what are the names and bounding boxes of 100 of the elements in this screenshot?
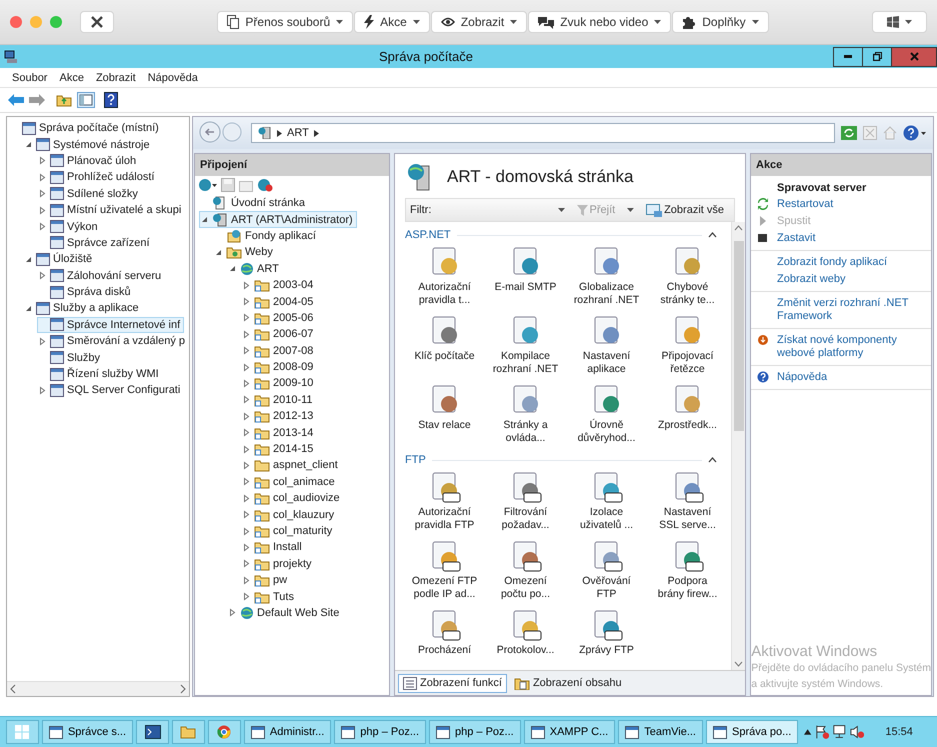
- tree-item[interactable]: ART: [227, 260, 283, 277]
- collapse-arrow-icon[interactable]: [24, 254, 33, 264]
- show-hidden-icons-icon[interactable]: [804, 729, 812, 735]
- expand-arrow-icon[interactable]: [38, 386, 47, 395]
- expand-arrow-icon[interactable]: [242, 428, 251, 438]
- taskbar-button[interactable]: TeamVie...: [618, 720, 703, 744]
- collapse-arrow-icon[interactable]: [214, 248, 223, 257]
- expand-arrow-icon[interactable]: [242, 477, 251, 486]
- action-link[interactable]: Restartovat: [777, 198, 834, 211]
- expand-arrow-icon[interactable]: [242, 412, 251, 421]
- menu-item[interactable]: Soubor: [6, 72, 54, 84]
- action-link[interactable]: Zobrazit fondy aplikací: [777, 256, 888, 269]
- show-all-button[interactable]: Zobrazit vše: [640, 202, 730, 218]
- feature-item[interactable]: Klíč počítače: [405, 313, 484, 378]
- expand-arrow-icon[interactable]: [242, 378, 251, 388]
- expand-arrow-icon[interactable]: [242, 592, 251, 602]
- tree-item[interactable]: Výkon: [37, 218, 102, 235]
- tree-item[interactable]: SQL Server Configurati: [37, 382, 184, 399]
- feature-item[interactable]: Podpora brány firew...: [648, 538, 727, 603]
- tree-item[interactable]: col_klauzury: [241, 506, 338, 523]
- menu-item[interactable]: Akce: [53, 72, 90, 84]
- expand-arrow-icon[interactable]: [242, 330, 251, 339]
- feature-item[interactable]: Kompilace rozhraní .NET: [486, 313, 565, 378]
- tree-item[interactable]: Prohlížeč událostí: [37, 169, 158, 186]
- tree-item[interactable]: 2009-10: [241, 375, 318, 392]
- expand-arrow-icon[interactable]: [38, 189, 47, 198]
- tree-item[interactable]: Místní uživatelé a skupi: [37, 202, 186, 218]
- restore-button[interactable]: [862, 46, 892, 66]
- console-tree-icon[interactable]: [77, 92, 95, 108]
- tree-item[interactable]: 2013-14: [241, 424, 318, 441]
- expand-arrow-icon[interactable]: [242, 526, 251, 536]
- expand-arrow-icon[interactable]: [242, 460, 251, 470]
- action-link[interactable]: Zastavit: [777, 232, 816, 245]
- feature-item[interactable]: Nastavení SSL serve...: [648, 469, 727, 534]
- feature-item[interactable]: Autorizační pravidla FTP: [405, 469, 484, 534]
- taskbar-button[interactable]: [136, 720, 169, 744]
- expand-arrow-icon[interactable]: [242, 297, 251, 306]
- expand-arrow-icon[interactable]: [38, 172, 47, 182]
- expand-arrow-icon[interactable]: [242, 395, 251, 404]
- tree-item[interactable]: Služby: [37, 349, 104, 366]
- expand-arrow-icon[interactable]: [38, 156, 47, 166]
- tree-item[interactable]: Správa počítače (místní): [9, 120, 163, 136]
- tree-item[interactable]: 2008-09: [241, 358, 318, 376]
- expand-arrow-icon[interactable]: [242, 313, 251, 322]
- action-link[interactable]: Získat nové komponenty webové platformy: [777, 334, 925, 360]
- tree-item[interactable]: col_animace: [241, 474, 339, 490]
- tree-item[interactable]: Řízení služby WMI: [37, 366, 163, 382]
- taskbar-button[interactable]: php – Poz...: [429, 720, 521, 744]
- expand-arrow-icon[interactable]: [242, 542, 251, 552]
- tree-item[interactable]: 2010-11: [241, 392, 317, 408]
- feature-item[interactable]: Autorizační pravidla t...: [405, 244, 484, 309]
- feature-item[interactable]: Připojovací řetězce: [648, 313, 727, 378]
- toolbar-menu-button[interactable]: Doplňky: [672, 11, 769, 33]
- feature-item[interactable]: Chybové stránky te...: [648, 244, 727, 309]
- feature-item[interactable]: Zprávy FTP: [567, 607, 646, 659]
- tree-item[interactable]: aspnet_client: [241, 457, 342, 474]
- action-link[interactable]: Zobrazit weby: [777, 273, 846, 286]
- toolbar-menu-button[interactable]: Akce: [354, 11, 430, 33]
- view-tab[interactable]: Zobrazení funkcí: [398, 674, 507, 692]
- collapse-arrow-icon[interactable]: [228, 264, 237, 274]
- breadcrumb[interactable]: ART: [287, 127, 309, 139]
- expand-arrow-icon[interactable]: [228, 608, 237, 618]
- expand-arrow-icon[interactable]: [242, 346, 251, 356]
- collapse-arrow-icon[interactable]: [24, 304, 33, 313]
- feature-item[interactable]: Izolace uživatelů ...: [567, 469, 646, 534]
- toolbar-menu-button[interactable]: Zobrazit: [430, 11, 528, 33]
- forward-arrow-icon[interactable]: [29, 94, 45, 106]
- taskbar-button[interactable]: XAMPP C...: [524, 720, 616, 744]
- tree-item[interactable]: 2014-15: [241, 440, 318, 458]
- tree-item[interactable]: col_audiovize: [241, 490, 344, 506]
- help-icon[interactable]: [104, 92, 118, 108]
- tree-item[interactable]: Služby a aplikace: [23, 300, 143, 317]
- action-link[interactable]: Nápověda: [777, 371, 828, 384]
- expand-arrow-icon[interactable]: [242, 510, 251, 520]
- tree-item[interactable]: Úložiště: [23, 251, 96, 268]
- tree-item[interactable]: 2007-08: [241, 342, 318, 359]
- expand-arrow-icon[interactable]: [242, 444, 251, 454]
- feature-item[interactable]: Ověřování FTP: [567, 538, 646, 603]
- tree-item[interactable]: 2006-07: [241, 326, 318, 343]
- collapse-arrow-icon[interactable]: [200, 215, 209, 224]
- feature-item[interactable]: Úrovně důvěryhod...: [567, 382, 646, 447]
- toolbar-menu-button[interactable]: Přenos souborů: [217, 11, 354, 33]
- scroll-down-icon[interactable]: [734, 661, 743, 667]
- feature-item[interactable]: Omezení FTP podle IP ad...: [405, 538, 484, 603]
- tree-item[interactable]: 2004-05: [241, 293, 318, 310]
- vertical-scrollbar[interactable]: [731, 222, 745, 670]
- menu-item[interactable]: Nápověda: [142, 72, 204, 84]
- tree-item[interactable]: col_maturity: [241, 522, 336, 540]
- taskbar-button[interactable]: php – Poz...: [334, 720, 426, 744]
- collapse-chevron-icon[interactable]: [708, 232, 717, 238]
- expand-arrow-icon[interactable]: [242, 280, 251, 290]
- tree-item[interactable]: Default Web Site: [227, 604, 344, 622]
- windows-menu-button[interactable]: [872, 11, 928, 33]
- expand-arrow-icon[interactable]: [38, 336, 47, 346]
- tree-item[interactable]: Sdílené složky: [37, 186, 142, 202]
- toolbar-menu-button[interactable]: Zvuk nebo video: [528, 11, 672, 33]
- tree-item[interactable]: projekty: [241, 556, 316, 572]
- feature-item[interactable]: Nastavení aplikace: [567, 313, 646, 378]
- tree-item[interactable]: Fondy aplikací: [213, 228, 320, 244]
- start-button[interactable]: [6, 720, 39, 744]
